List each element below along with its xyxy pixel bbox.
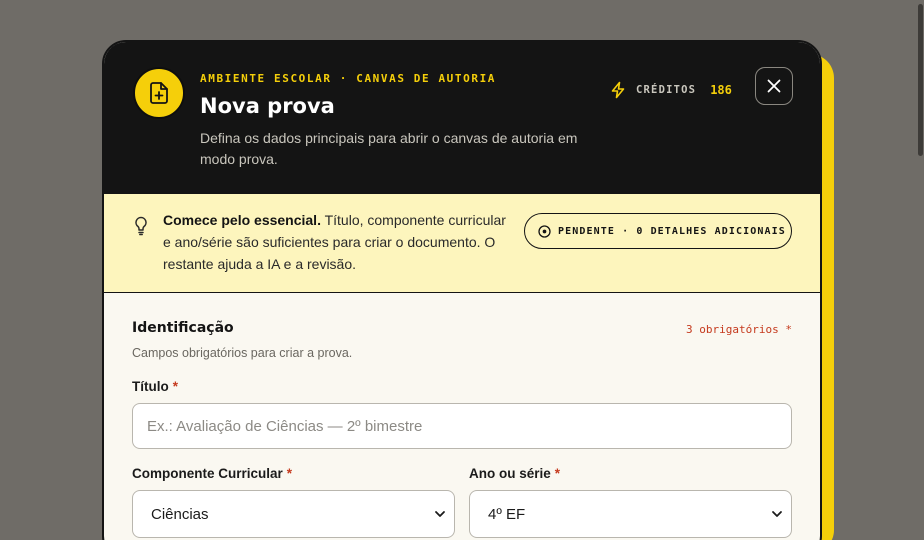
pending-label: PENDENTE · 0 DETALHES ADICIONAIS — [558, 225, 786, 237]
componente-label-text: Componente Curricular — [132, 466, 283, 481]
required-mark: * — [554, 466, 561, 481]
componente-label: Componente Curricular * — [132, 466, 292, 481]
page-scrollbar[interactable] — [916, 0, 924, 540]
section-title: Identificação — [132, 320, 234, 336]
page-scrollbar-thumb[interactable] — [918, 4, 923, 156]
titulo-input[interactable]: Ex.: Avaliação de Ciências — 2º bimestre — [132, 403, 792, 449]
componente-value: Ciências — [151, 505, 209, 523]
credits-display: CRÉDITOS 186 — [610, 80, 732, 100]
credits-label: CRÉDITOS — [636, 84, 697, 96]
ano-select[interactable]: 4º EF — [469, 490, 792, 538]
section-description: Campos obrigatórios para criar a prova. — [132, 346, 353, 360]
tip-text: Comece pelo essencial. Título, component… — [163, 209, 513, 275]
credits-value: 186 — [710, 83, 732, 97]
tip-bold: Comece pelo essencial. — [163, 212, 321, 228]
chevron-down-icon — [435, 511, 445, 517]
titulo-placeholder: Ex.: Avaliação de Ciências — 2º bimestre — [147, 417, 423, 435]
modal-header: AMBIENTE ESCOLAR · CANVAS DE AUTORIA Nov… — [104, 42, 820, 193]
required-count-badge: 3 obrigatórios * — [686, 323, 792, 336]
ano-label-text: Ano ou série — [469, 466, 551, 481]
modal-eyebrow: AMBIENTE ESCOLAR · CANVAS DE AUTORIA — [200, 72, 497, 85]
close-button[interactable] — [755, 67, 793, 105]
close-icon — [767, 79, 781, 93]
lightning-icon — [611, 81, 625, 99]
ano-value: 4º EF — [488, 505, 526, 523]
modal-subtitle: Defina os dados principais para abrir o … — [200, 130, 578, 167]
clock-icon — [538, 224, 551, 238]
required-mark: * — [286, 466, 293, 481]
ano-label: Ano ou série * — [469, 466, 560, 481]
titulo-label: Título * — [132, 379, 178, 394]
file-plus-icon — [133, 67, 185, 119]
chevron-down-icon — [772, 511, 782, 517]
new-exam-modal: AMBIENTE ESCOLAR · CANVAS DE AUTORIA Nov… — [102, 40, 822, 540]
lightbulb-icon — [135, 216, 147, 236]
tip-banner: Comece pelo essencial. Título, component… — [104, 193, 820, 293]
componente-select[interactable]: Ciências — [132, 490, 455, 538]
titulo-label-text: Título — [132, 379, 169, 394]
pending-details-button[interactable]: PENDENTE · 0 DETALHES ADICIONAIS — [524, 213, 792, 249]
modal-title: Nova prova — [200, 94, 335, 118]
required-mark: * — [172, 379, 179, 394]
